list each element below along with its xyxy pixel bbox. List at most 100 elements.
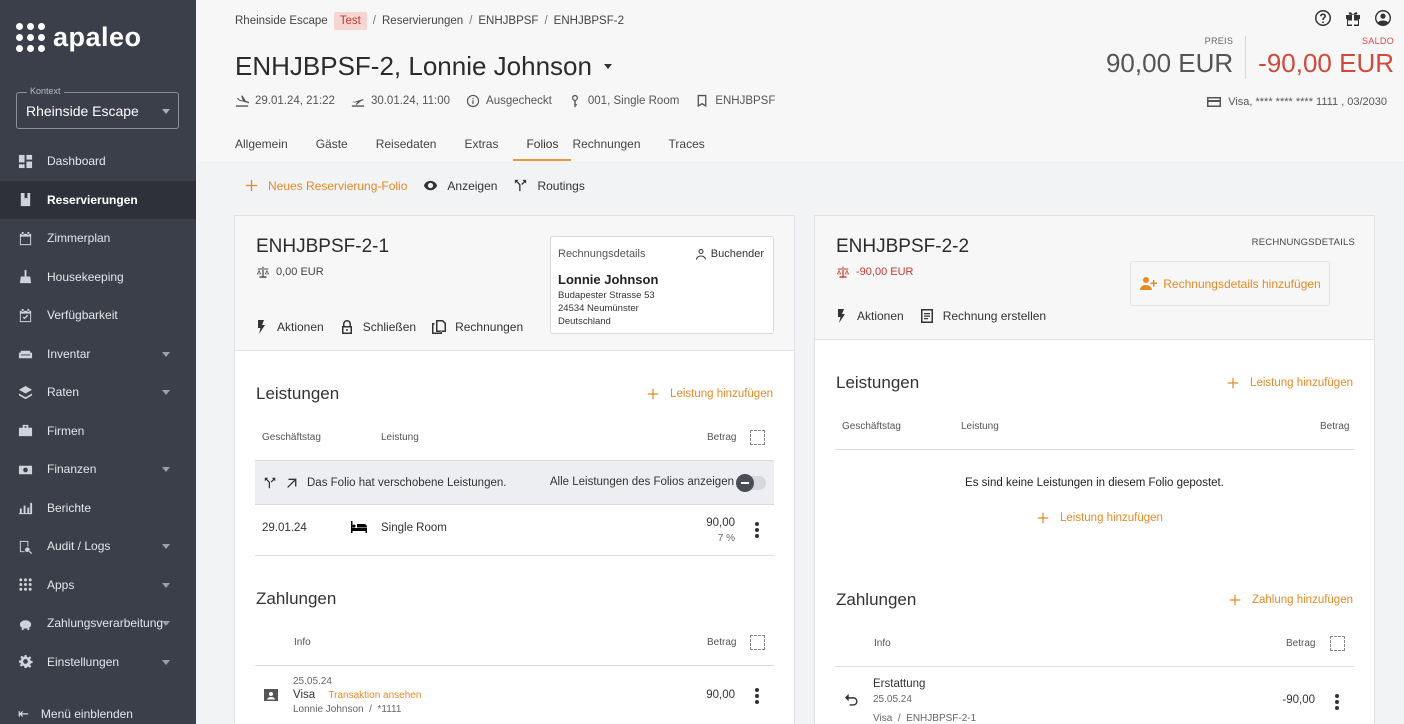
sidebar-item-zahlungsverarbeitung[interactable]: Zahlungsverarbeitung (0, 604, 196, 643)
divider (835, 449, 1354, 450)
create-invoice-button[interactable]: Rechnung erstellen (919, 308, 1046, 324)
breadcrumb-reservations[interactable]: Reservierungen (382, 15, 463, 27)
sidebar-item-label: Reservierungen (47, 192, 138, 207)
select-all-payments-checkbox[interactable] (1330, 636, 1345, 651)
add-service-center-button[interactable]: Leistung hinzufügen (1036, 511, 1163, 525)
lock-icon (341, 320, 352, 334)
payment-card-info: Visa, **** **** **** 1111 , 03/2030 (1206, 94, 1387, 110)
tab-folios[interactable]: Folios (513, 126, 572, 161)
sidebar-item-audit[interactable]: Audit / Logs (0, 527, 196, 566)
tab-reisedaten[interactable]: Reisedaten (376, 126, 451, 161)
view-transaction-link[interactable]: Transaktion ansehen (328, 690, 421, 701)
plus-icon (1227, 377, 1239, 389)
departure-info: 30.01.24, 11:00 (351, 94, 450, 108)
sidebar-item-finanzen[interactable]: Finanzen (0, 450, 196, 489)
shifted-services-row: Das Folio hat verschobene Leistungen. Al… (255, 460, 774, 505)
add-invoice-details-button[interactable]: Rechnungsdetails hinzufügen (1130, 261, 1330, 306)
saldo-label: SALDO (1361, 36, 1394, 46)
folio-toolbar: Neues Reservierung-Folio Anzeigen Routin… (244, 178, 601, 193)
arrival-info: 29.01.24, 21:22 (235, 94, 335, 108)
sidebar-item-berichte[interactable]: Berichte (0, 489, 196, 528)
actions-button[interactable]: Aktionen (253, 319, 324, 335)
routings-button[interactable]: Routings (513, 178, 585, 193)
show-button[interactable]: Anzeigen (423, 178, 497, 193)
sidebar-item-label: Einstellungen (47, 654, 120, 669)
plane-departure-icon (351, 99, 365, 107)
tab-traces[interactable]: Traces (669, 126, 719, 161)
sidebar-item-apps[interactable]: Apps (0, 566, 196, 605)
sidebar-item-label: Audit / Logs (47, 539, 111, 554)
gift-icon[interactable] (1344, 9, 1362, 27)
select-all-payments-checkbox[interactable] (750, 635, 765, 650)
chevron-down-icon (162, 582, 170, 588)
apps-icon (18, 577, 33, 592)
sidebar-item-firmen[interactable]: Firmen (0, 412, 196, 451)
sidebar-item-housekeeping[interactable]: Housekeeping (0, 258, 196, 297)
add-service-label: Leistung hinzufügen (1060, 512, 1163, 524)
close-folio-button[interactable]: Schließen (339, 319, 416, 335)
refund-date: 25.05.24 (873, 694, 912, 705)
sidebar-item-verfuegbarkeit[interactable]: Verfügbarkeit (0, 296, 196, 335)
copy-icon (432, 320, 447, 334)
tab-allgemein[interactable]: Allgemein (235, 126, 302, 161)
caret-down-icon (603, 64, 612, 69)
new-folio-button[interactable]: Neues Reservierung-Folio (244, 178, 407, 193)
add-service-button[interactable]: Leistung hinzufügen (646, 387, 773, 401)
refund-more-icon[interactable] (1335, 694, 1339, 710)
breadcrumb-booking[interactable]: ENHJBPSF (478, 15, 538, 27)
service-more-icon[interactable] (755, 522, 759, 538)
col-header-service: Leistung (961, 421, 999, 432)
sidebar-item-raten[interactable]: Raten (0, 373, 196, 412)
page-title[interactable]: ENHJBPSF-2, Lonnie Johnson (235, 51, 612, 82)
chevron-down-icon (162, 390, 170, 395)
tab-rechnungen[interactable]: Rechnungen (572, 126, 654, 161)
price-label: PREIS (1204, 36, 1234, 46)
sidebar-item-label: Raten (47, 385, 80, 400)
col-header-payment-amount: Betrag (1286, 638, 1316, 649)
menu-toggle-button[interactable]: ⇤ Menü einblenden (18, 704, 133, 724)
sidebar-item-reservierungen[interactable]: Reservierungen (0, 180, 196, 219)
plus-icon (1037, 512, 1049, 524)
help-icon[interactable] (1314, 9, 1332, 27)
call-split-icon (264, 477, 276, 488)
person-add-icon (1140, 276, 1158, 290)
add-service-button[interactable]: Leistung hinzufügen (1226, 376, 1353, 390)
invoices-button[interactable]: Rechnungen (431, 319, 523, 335)
person-icon (695, 249, 706, 260)
briefcase-icon (18, 423, 33, 438)
plus-icon (647, 388, 659, 400)
apaleo-logo[interactable]: apaleo (16, 22, 142, 53)
context-value: Rheinside Escape (26, 103, 139, 119)
gear-icon (18, 654, 33, 669)
breadcrumb: Rheinside Escape Test / Reservierungen /… (235, 12, 624, 30)
sidebar-item-zimmerplan[interactable]: Zimmerplan (0, 219, 196, 258)
payment-card-icon (263, 687, 279, 706)
sidebar-item-dashboard[interactable]: Dashboard (0, 142, 196, 181)
tab-extras[interactable]: Extras (464, 126, 512, 161)
payment-more-icon[interactable] (755, 688, 759, 704)
sidebar-item-einstellungen[interactable]: Einstellungen (0, 643, 196, 682)
refund-sub: Visa / ENHJBPSF-2-1 (873, 713, 977, 724)
invoice-address: Budapester Strasse 53 24534 Neumünster D… (558, 289, 655, 328)
actions-button[interactable]: Aktionen (833, 308, 904, 324)
price: PREIS 90,00 EUR (1106, 36, 1245, 79)
services-title: Leistungen (256, 384, 340, 403)
payment-sub: Lonnie Johnson / *1111 (293, 704, 402, 715)
invoice-details-title: Rechnungsdetails (558, 248, 646, 260)
tab-gaeste[interactable]: Gäste (316, 126, 362, 161)
arrow-left-bar-icon: ⇤ (18, 706, 29, 721)
breadcrumb-property[interactable]: Rheinside Escape (235, 15, 328, 27)
booking-info: ENHJBPSF (695, 94, 775, 108)
folio-card-1: ENHJBPSF-2-1 0,00 EUR Aktionen Schließen… (234, 215, 795, 724)
account-icon[interactable] (1374, 9, 1392, 27)
invoice-details-card[interactable]: Rechnungsdetails Buchender Lonnie Johnso… (550, 236, 774, 334)
show-all-services-toggle[interactable] (736, 474, 766, 492)
select-all-checkbox[interactable] (750, 430, 765, 445)
folio-balance: -90,00 EUR (836, 265, 913, 279)
invoice-details-label: RECHNUNGSDETAILS (1251, 237, 1355, 248)
booker-label: Buchender (695, 248, 764, 260)
add-payment-button[interactable]: Zahlung hinzufügen (1228, 593, 1353, 607)
sidebar-item-inventar[interactable]: Inventar (0, 335, 196, 374)
context-select[interactable]: Kontext Rheinside Escape (16, 86, 179, 129)
folio-header: ENHJBPSF-2-1 0,00 EUR Aktionen Schließen… (235, 216, 794, 351)
